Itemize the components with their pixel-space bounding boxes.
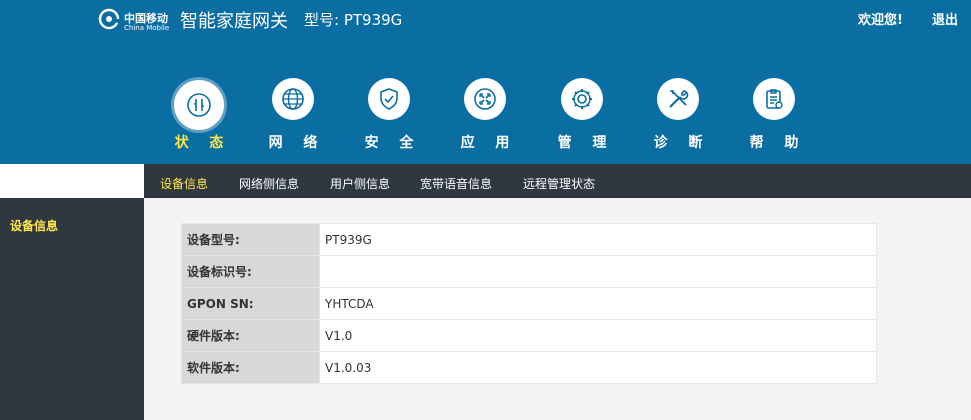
device-info-table: 设备型号: PT939G 设备标识号: GPON SN: YHTCDA 硬件版本… xyxy=(181,223,877,384)
gear-icon xyxy=(561,78,603,120)
left-sidebar: 设备信息 xyxy=(0,198,144,420)
device-id-label: 设备标识号: xyxy=(181,255,320,288)
logo-en-text: China Mobile xyxy=(124,24,170,32)
table-row: 设备标识号: xyxy=(181,255,877,288)
tab-user-side-info[interactable]: 用户侧信息 xyxy=(330,175,390,192)
gpon-sn-label: GPON SN: xyxy=(181,287,320,320)
sidebar-item-device-info[interactable]: 设备信息 xyxy=(10,217,58,234)
table-row: GPON SN: YHTCDA xyxy=(181,287,877,320)
table-row: 软件版本: V1.0.03 xyxy=(181,351,877,384)
nav-security-label: 安 全 xyxy=(364,135,422,151)
nav-help-label: 帮 助 xyxy=(749,135,807,151)
software-version-value: V1.0.03 xyxy=(319,351,877,384)
nav-apps-label: 应 用 xyxy=(460,135,518,151)
logout-link[interactable]: 退出 xyxy=(932,9,958,28)
nav-security[interactable]: 安 全 xyxy=(349,78,429,154)
nav-network-label: 网 络 xyxy=(268,135,326,151)
nav-diagnose[interactable]: 诊 断 xyxy=(638,78,718,154)
device-model-label: 设备型号: xyxy=(181,223,320,256)
status-icon xyxy=(174,80,224,130)
nav-status[interactable]: 状 态 xyxy=(159,78,239,154)
nav-help[interactable]: 帮 助 xyxy=(734,78,814,154)
hardware-version-value: V1.0 xyxy=(319,319,877,352)
shield-icon xyxy=(368,78,410,120)
china-mobile-logo: 中国移动 China Mobile xyxy=(96,6,176,34)
tab-network-side-info[interactable]: 网络侧信息 xyxy=(239,175,299,192)
nav-status-label: 状 态 xyxy=(174,135,232,151)
china-mobile-logo-icon xyxy=(98,8,120,30)
model-title: 型号: PT939G xyxy=(304,11,403,29)
device-id-value xyxy=(319,255,877,288)
gpon-sn-value: YHTCDA xyxy=(319,287,877,320)
main-content: 设备型号: PT939G 设备标识号: GPON SN: YHTCDA 硬件版本… xyxy=(144,198,971,420)
software-version-label: 软件版本: xyxy=(181,351,320,384)
table-row: 设备型号: PT939G xyxy=(181,223,877,256)
table-row: 硬件版本: V1.0 xyxy=(181,319,877,352)
globe-icon xyxy=(272,78,314,120)
nav-apps[interactable]: 应 用 xyxy=(445,78,525,154)
tab-device-info[interactable]: 设备信息 xyxy=(160,175,208,192)
sub-tab-bar: 设备信息 网络侧信息 用户侧信息 宽带语音信息 远程管理状态 xyxy=(144,164,971,198)
gateway-title: 智能家庭网关 xyxy=(180,11,288,32)
nav-network[interactable]: 网 络 xyxy=(253,78,333,154)
tools-icon xyxy=(657,78,699,120)
nav-manage[interactable]: 管 理 xyxy=(542,78,622,154)
nav-manage-label: 管 理 xyxy=(557,135,615,151)
tab-remote-mgmt-status[interactable]: 远程管理状态 xyxy=(523,175,595,192)
tab-voice-info[interactable]: 宽带语音信息 xyxy=(420,175,492,192)
apps-icon xyxy=(464,78,506,120)
nav-diagnose-label: 诊 断 xyxy=(653,135,711,151)
help-doc-icon xyxy=(753,78,795,120)
device-model-value: PT939G xyxy=(319,223,877,256)
top-header: 中国移动 China Mobile 智能家庭网关 型号: PT939G 欢迎您!… xyxy=(0,0,971,164)
hardware-version-label: 硬件版本: xyxy=(181,319,320,352)
welcome-text: 欢迎您! xyxy=(858,13,903,28)
